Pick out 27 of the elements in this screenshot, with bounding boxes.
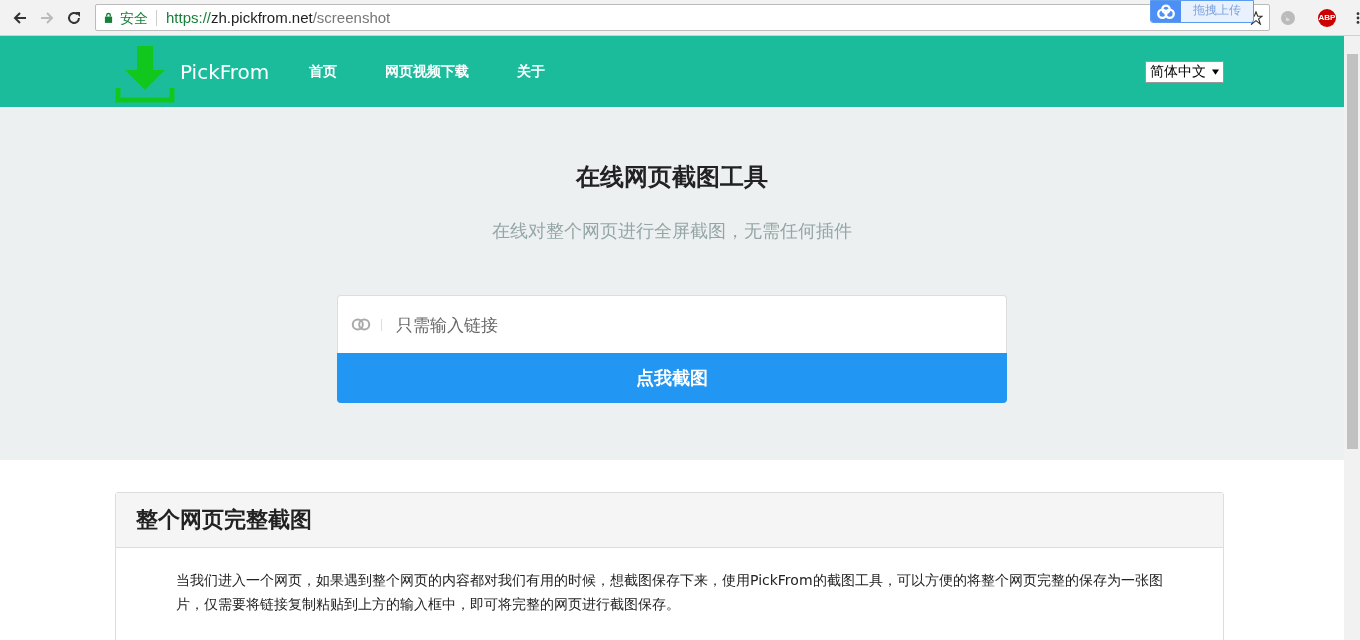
scrollbar-thumb[interactable] xyxy=(1347,54,1358,449)
brand-name[interactable]: PickFrom xyxy=(180,59,270,84)
section-paragraph: 当我们进入一个网页，如果遇到整个网页的内容都对我们有用的时候，想截图保存下来，使用PickFrom的截图工具，可以方便的将整个网页完整的保存为一张图片，仅需要将链接复制粘贴到上方的输入框中，即可将完整的网页进行截图保存。 xyxy=(175,571,1164,614)
nav-link[interactable]: 网页视频下载 xyxy=(385,62,470,81)
url-text: https://zh.pickfrom.net/screenshot xyxy=(165,9,391,26)
caret-icon xyxy=(1212,68,1219,75)
download-icon[interactable] xyxy=(115,43,175,104)
link-icon xyxy=(350,317,372,332)
lock-icon xyxy=(103,12,113,23)
hero-title: 在线网页截图工具 xyxy=(576,162,768,193)
section-title: 整个网页完整截图 xyxy=(116,493,1223,548)
cloud-icon xyxy=(1155,3,1177,20)
adblock-icon[interactable]: ABP xyxy=(1318,8,1336,27)
language-select[interactable]: 简体中文 xyxy=(1145,60,1224,83)
scrollbar[interactable] xyxy=(1344,36,1360,640)
hero-subtitle: 在线对整个网页进行全屏截图，无需任何插件 xyxy=(492,219,852,243)
menu-icon[interactable] xyxy=(1356,10,1360,25)
url-input-field[interactable]: 只需输入链接 xyxy=(337,295,1007,353)
nav-link[interactable]: 首页 xyxy=(309,62,338,81)
reload-icon[interactable] xyxy=(65,9,82,26)
upload-tooltip[interactable]: 拖拽上传 xyxy=(1150,0,1254,23)
security-label: 安全 xyxy=(119,9,157,26)
url-input[interactable]: 只需输入链接 xyxy=(394,313,1006,336)
forward-icon[interactable] xyxy=(39,9,55,26)
nav-link[interactable]: 关于 xyxy=(517,62,546,81)
tooltip-text: 拖拽上传 xyxy=(1192,2,1242,19)
screenshot-button[interactable]: 点我截图 xyxy=(337,353,1007,403)
